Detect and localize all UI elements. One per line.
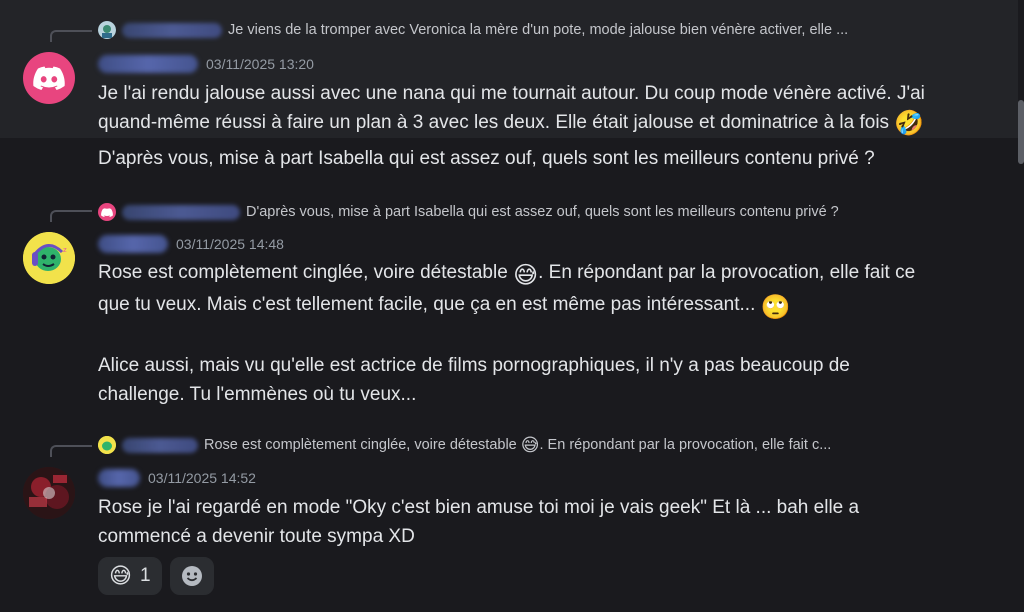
- message-text: . En répondant par la provocation, elle …: [538, 262, 916, 283]
- message-content-continued: D'après vous, mise à part Isabella qui e…: [98, 144, 998, 173]
- reply-preview-text[interactable]: Je viens de la tromper avec Veronica la …: [228, 22, 848, 38]
- message-line: Alice aussi, mais vu qu'elle est actrice…: [98, 355, 850, 376]
- avatar[interactable]: [23, 52, 75, 104]
- message-line: D'après vous, mise à part Isabella qui e…: [98, 148, 875, 169]
- message-header: 03/11/2025 14:52: [98, 467, 256, 489]
- eye-roll-emoji[interactable]: 🙄: [761, 293, 791, 322]
- avatar[interactable]: z: [23, 232, 75, 284]
- reply-author-blurred[interactable]: [122, 204, 240, 220]
- message-2[interactable]: D'après vous, mise à part Isabella qui e…: [0, 190, 1018, 415]
- sweat-smile-emoji: 😅: [520, 434, 540, 455]
- reply-preview[interactable]: D'après vous, mise à part Isabella qui e…: [98, 202, 839, 222]
- discord-logo-icon: [101, 207, 113, 217]
- sweat-smile-emoji[interactable]: 😅: [513, 261, 538, 290]
- add-reaction-button[interactable]: [169, 557, 214, 595]
- reply-avatar[interactable]: [98, 203, 116, 221]
- reactions-bar: 😅 1: [98, 557, 214, 595]
- message-line: Je l'ai rendu jalouse aussi avec une nan…: [98, 83, 925, 104]
- reply-author-blurred[interactable]: [122, 22, 222, 38]
- reply-preview[interactable]: Rose est complètement cinglée, voire dét…: [98, 435, 831, 455]
- message-line: commencé a devenir toute sympa XD: [98, 526, 415, 547]
- dark-artwork-icon: [23, 467, 75, 519]
- reply-author-blurred[interactable]: [122, 437, 198, 453]
- message-content: Rose est complètement cinglée, voire dét…: [98, 258, 998, 409]
- reply-avatar[interactable]: [98, 21, 116, 39]
- svg-text:z: z: [63, 246, 67, 254]
- timestamp[interactable]: 03/11/2025 13:20: [206, 56, 314, 72]
- reply-connector: [50, 210, 92, 222]
- message-line: quand-même réussi à faire un plan à 3 av…: [98, 108, 998, 138]
- reply-preview-text[interactable]: D'après vous, mise à part Isabella qui e…: [246, 204, 839, 220]
- message-line: Rose est complètement cinglée, voire dét…: [98, 258, 998, 290]
- add-reaction-smile-icon: [181, 566, 202, 586]
- author-name-blurred[interactable]: [98, 469, 140, 487]
- scrollbar-thumb[interactable]: [1018, 100, 1024, 164]
- reply-preview[interactable]: Je viens de la tromper avec Veronica la …: [98, 20, 848, 40]
- green-character-icon: z: [23, 232, 75, 284]
- timestamp[interactable]: 03/11/2025 14:52: [148, 470, 256, 486]
- reply-connector: [50, 445, 92, 457]
- reaction-count: 1: [139, 565, 151, 586]
- message-text: Rose est complètement cinglée, voire dét…: [98, 262, 508, 283]
- timestamp[interactable]: 03/11/2025 14:48: [176, 236, 284, 252]
- message-line: que tu veux. Mais c'est tellement facile…: [98, 290, 998, 322]
- avatar[interactable]: [23, 467, 75, 519]
- message-text: que tu veux. Mais c'est tellement facile…: [98, 294, 756, 315]
- reply-preview-text[interactable]: Rose est complètement cinglée, voire dét…: [204, 437, 517, 453]
- message-line: Rose je l'ai regardé en mode "Oky c'est …: [98, 497, 860, 518]
- message-line: challenge. Tu l'emmènes où tu veux...: [98, 384, 417, 405]
- author-name-blurred[interactable]: [98, 55, 198, 73]
- reply-avatar[interactable]: [98, 436, 116, 454]
- message-text: quand-même réussi à faire un plan à 3 av…: [98, 112, 890, 133]
- reply-connector: [50, 30, 92, 42]
- message-header: 03/11/2025 14:48: [98, 233, 284, 255]
- message-header: 03/11/2025 13:20: [98, 53, 314, 75]
- reaction-emoji: 😅: [109, 563, 132, 588]
- reaction-sweat-smile[interactable]: 😅 1: [98, 557, 162, 595]
- message-content: Rose je l'ai regardé en mode "Oky c'est …: [98, 493, 998, 551]
- author-name-blurred[interactable]: [98, 235, 168, 253]
- reply-preview-text-continued[interactable]: . En répondant par la provocation, elle …: [540, 437, 832, 453]
- message-content: Je l'ai rendu jalouse aussi avec une nan…: [98, 79, 998, 138]
- message-1[interactable]: Je viens de la tromper avec Veronica la …: [0, 0, 1018, 138]
- rolling-laughing-emoji[interactable]: 🤣: [894, 109, 924, 138]
- discord-logo-icon: [33, 66, 65, 90]
